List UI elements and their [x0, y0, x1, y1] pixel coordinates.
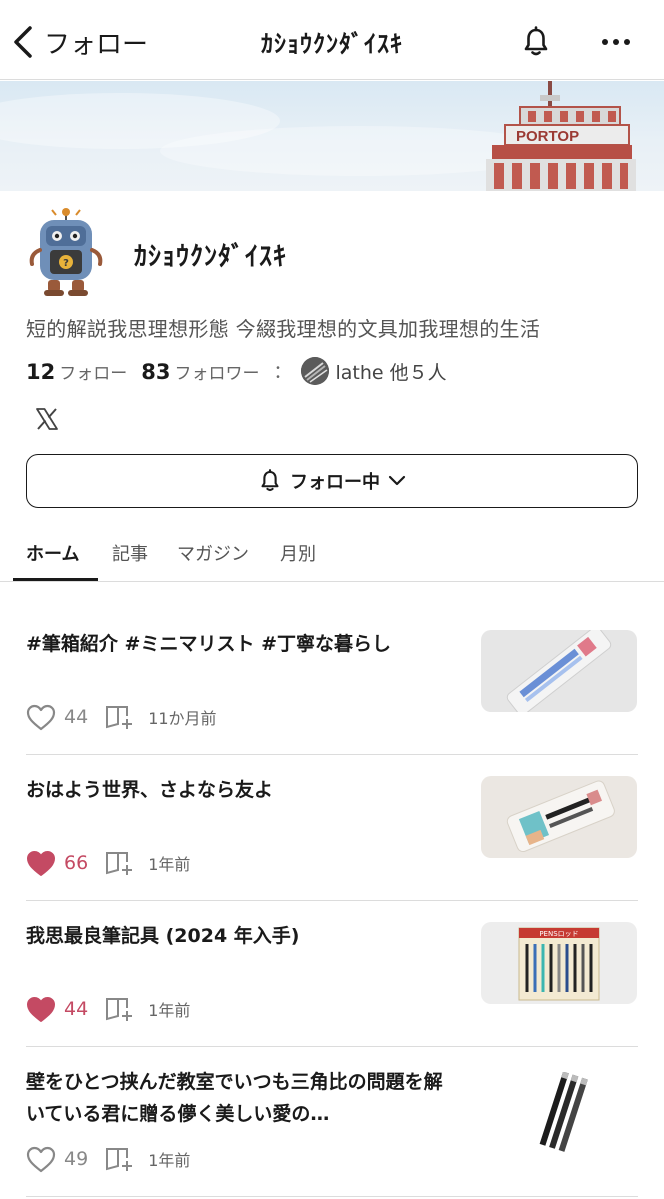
magazine-add-icon[interactable] — [104, 1145, 136, 1173]
bell-icon — [261, 469, 279, 492]
article-title: 壁をひとつ挟んだ教室でいつも三角比の問題を解いている君に贈る儚く美しい愛の… — [26, 1071, 443, 1125]
magazine-add-icon[interactable] — [104, 849, 136, 877]
top-bar: フォロー ｶｼｮｳｸﾝﾀﾞｲｽｷ — [0, 0, 664, 80]
like-count: 44 — [64, 706, 89, 728]
chevron-down-icon — [388, 475, 406, 486]
following-button-label: フォロー中 — [290, 472, 380, 493]
article-title: おはよう世界、さよなら友よ — [26, 779, 274, 801]
thumbnail-sign-text: PENSロッド — [539, 930, 578, 938]
profile-header: ? ｶｼｮｳｸﾝﾀﾞｲｽｷ — [26, 206, 646, 302]
magazine-add-icon[interactable] — [104, 995, 136, 1023]
article-meta: 44 1年前 — [26, 994, 190, 1024]
active-tab-indicator — [13, 578, 98, 581]
heart-icon — [27, 850, 55, 876]
tab-articles[interactable]: 記事 — [112, 540, 148, 566]
heart-icon — [26, 1146, 56, 1172]
article-meta: 66 1年前 — [26, 848, 190, 878]
profile-tabs: ホーム 記事 マガジン 月別 — [0, 528, 664, 582]
following-link[interactable]: 12 フォロー — [26, 359, 127, 384]
divider — [26, 1196, 638, 1197]
article-thumbnail — [481, 1072, 637, 1154]
article-title: 我思最良筆記具 (2024 年入手) — [26, 925, 300, 947]
mutual-followers-link[interactable]: lathe 他５人 — [301, 357, 447, 385]
header-banner-image: PORTOP — [0, 81, 664, 191]
mutual-separator: ： — [273, 362, 292, 383]
like-button[interactable]: 44 — [26, 704, 88, 731]
bell-icon[interactable] — [520, 26, 552, 58]
mutual-followers-text: lathe 他５人 — [335, 361, 447, 384]
article-thumbnail: PENSロッド — [481, 922, 637, 1004]
article-time: 11か月前 — [148, 709, 217, 728]
profile-stats: 12 フォロー 83 フォロワー ： lathe 他５人 — [26, 356, 447, 386]
heart-icon — [26, 704, 56, 730]
like-button[interactable]: 49 — [26, 1146, 88, 1173]
article-item[interactable]: 我思最良筆記具 (2024 年入手) PENSロッド 44 1年前 — [0, 920, 664, 1066]
magazine-add-icon[interactable] — [104, 703, 136, 731]
avatar[interactable]: ? — [26, 206, 106, 298]
tab-home[interactable]: ホーム — [26, 540, 79, 566]
article-thumbnail — [481, 630, 637, 712]
article-time: 1年前 — [148, 1151, 191, 1170]
like-count: 44 — [64, 998, 89, 1020]
x-logo-icon[interactable] — [34, 406, 60, 432]
following-button[interactable]: フォロー中 — [26, 454, 638, 508]
more-icon[interactable] — [598, 26, 634, 58]
heart-icon — [27, 996, 55, 1022]
article-title: #筆箱紹介 #ミニマリスト #丁寧な暮らし — [26, 633, 391, 655]
like-button[interactable]: 66 — [26, 850, 88, 877]
followers-count: 83 — [141, 359, 171, 384]
tab-magazines[interactable]: マガジン — [177, 540, 249, 566]
article-time: 1年前 — [148, 1001, 191, 1020]
article-meta: 44 11か月前 — [26, 702, 217, 732]
following-label: フォロー — [59, 363, 128, 384]
like-count: 49 — [64, 1148, 89, 1170]
page-title: ｶｼｮｳｸﾝﾀﾞｲｽｷ — [261, 30, 403, 58]
article-item[interactable]: おはよう世界、さよなら友よ 66 1年前 — [0, 774, 664, 920]
like-button[interactable]: 44 — [26, 996, 88, 1023]
divider — [26, 1046, 638, 1047]
profile-name: ｶｼｮｳｸﾝﾀﾞｲｽｷ — [134, 242, 288, 272]
tower-sign-text: PORTOP — [516, 128, 579, 145]
article-meta: 49 1年前 — [26, 1144, 190, 1174]
article-item[interactable]: #筆箱紹介 #ミニマリスト #丁寧な暮らし 44 11か月前 — [0, 628, 664, 774]
article-thumbnail — [481, 776, 637, 858]
profile-bio: 短的解説我思理想形態 今綴我理想的文具加我理想的生活 — [26, 317, 541, 341]
mutual-avatar — [301, 357, 330, 385]
article-time: 1年前 — [148, 855, 191, 874]
svg-text:?: ? — [63, 258, 69, 269]
following-count: 12 — [26, 359, 56, 384]
like-count: 66 — [64, 852, 89, 874]
divider — [26, 900, 638, 901]
followers-label: フォロワー — [174, 363, 260, 384]
followers-link[interactable]: 83 フォロワー — [141, 359, 259, 384]
divider — [26, 754, 638, 755]
tab-monthly[interactable]: 月別 — [280, 540, 316, 566]
article-item[interactable]: 壁をひとつ挟んだ教室でいつも三角比の問題を解いている君に贈る儚く美しい愛の… 4… — [0, 1066, 664, 1199]
